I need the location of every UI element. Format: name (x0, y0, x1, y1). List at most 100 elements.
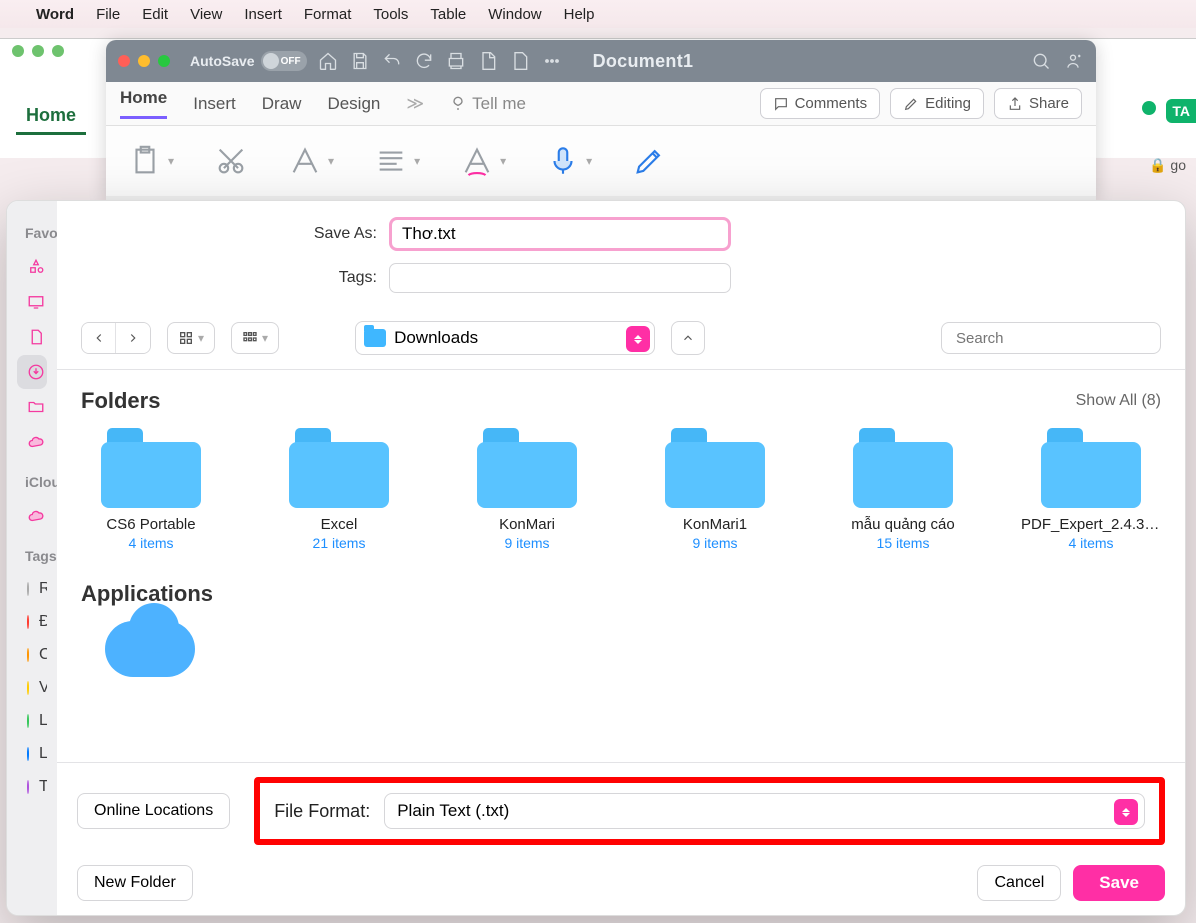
more-icon[interactable] (541, 50, 563, 72)
sidebar-tag-1[interactable]: Đỏ (17, 606, 47, 638)
mac-menubar: Word File Edit View Insert Format Tools … (0, 0, 1196, 28)
tab-design[interactable]: Design (327, 94, 380, 114)
bg-min-icon[interactable] (32, 45, 44, 57)
dictate-icon[interactable]: ▾ (546, 144, 592, 178)
blank-doc-icon[interactable] (509, 50, 531, 72)
menu-help[interactable]: Help (564, 6, 595, 23)
finder-sidebar: Favorites Applicati… Desktop Documents D… (7, 201, 57, 915)
sidebar-tag-2[interactable]: Cam (17, 639, 47, 671)
folder-item[interactable]: KonMari9 items (457, 428, 597, 551)
sidebar-item-applications[interactable]: Applicati… (17, 250, 47, 284)
folder-item[interactable]: KonMari19 items (645, 428, 785, 551)
tab-draw[interactable]: Draw (262, 94, 302, 114)
share-button[interactable]: Share (994, 88, 1082, 119)
sidebar-tag-3[interactable]: Vàng (17, 672, 47, 704)
editing-button[interactable]: Editing (890, 88, 984, 119)
sidebar-item-onedrive[interactable]: OneDrive… (17, 425, 47, 459)
save-dialog-main: Save As: Tags: ▾ ▾ Downloads (57, 201, 1185, 915)
menu-window[interactable]: Window (488, 6, 541, 23)
menubar-app[interactable]: Word (36, 6, 74, 23)
sidebar-item-documents[interactable]: Documents (17, 320, 47, 354)
open-recent-icon[interactable] (477, 50, 499, 72)
share-titlebar-icon[interactable] (1062, 50, 1084, 72)
menu-file[interactable]: File (96, 6, 120, 23)
favorites-header: Favorites (13, 211, 51, 249)
font-icon[interactable]: ▾ (288, 144, 334, 178)
bg-tab-home[interactable]: Home (16, 99, 86, 135)
autosave-pill[interactable]: OFF (261, 51, 307, 71)
menu-format[interactable]: Format (304, 6, 352, 23)
save-as-input[interactable] (389, 217, 731, 251)
sidebar-item-desktop[interactable]: Desktop (17, 285, 47, 319)
editor-pen-icon[interactable] (632, 144, 666, 178)
folder-item[interactable]: mẫu quảng cáo15 items (833, 428, 973, 551)
cloud-app-icon[interactable] (105, 621, 195, 677)
show-all-button[interactable]: Show All (8) (1076, 392, 1161, 410)
menu-table[interactable]: Table (430, 6, 466, 23)
cutcopy-icon[interactable] (214, 144, 248, 178)
location-popup[interactable]: Downloads (355, 321, 655, 355)
menu-insert[interactable]: Insert (244, 6, 282, 23)
sidebar-item-icloud[interactable]: iCloud…◌ (17, 499, 47, 533)
folder-item[interactable]: Excel21 items (269, 428, 409, 551)
sidebar-item-downloads[interactable]: Downloads (17, 355, 47, 389)
tag-dot-icon (27, 681, 29, 695)
paste-icon[interactable]: ▾ (128, 144, 174, 178)
group-icon[interactable]: ▾ (232, 330, 278, 346)
tags-input[interactable] (389, 263, 731, 293)
sidebar-tag-5[interactable]: Lam (17, 738, 47, 770)
forward-button[interactable] (116, 323, 150, 353)
folder-icon (27, 397, 45, 417)
folder-icon (101, 428, 201, 508)
icloud-icon (27, 506, 45, 526)
autosave-toggle[interactable]: AutoSave OFF (190, 51, 307, 71)
cancel-button[interactable]: Cancel (977, 865, 1061, 901)
search-field[interactable] (941, 322, 1161, 354)
bg-close-icon[interactable] (12, 45, 24, 57)
menu-edit[interactable]: Edit (142, 6, 168, 23)
folder-item[interactable]: PDF_Expert_2.4.30_Mac4 items (1021, 428, 1161, 551)
bg-lock-icon: 🔒 go (1149, 157, 1186, 174)
search-icon[interactable] (1030, 50, 1052, 72)
group-by-segment[interactable]: ▾ (231, 322, 279, 354)
redo-sync-icon[interactable] (413, 50, 435, 72)
sidebar-item-custom[interactable]: ✨ 🧚 (17, 390, 47, 424)
tell-me-search[interactable]: Tell me (450, 94, 526, 114)
folder-icon (853, 428, 953, 508)
tags-label: Tags: (87, 269, 377, 287)
maximize-icon[interactable] (158, 55, 170, 67)
chevron-updown-icon (626, 326, 650, 352)
file-format-select[interactable]: Plain Text (.txt) (384, 793, 1145, 829)
menu-tools[interactable]: Tools (373, 6, 408, 23)
folder-icon (477, 428, 577, 508)
minimize-icon[interactable] (138, 55, 150, 67)
comments-button[interactable]: Comments (760, 88, 881, 119)
grid-view-icon[interactable]: ▾ (168, 330, 214, 346)
save-button[interactable]: Save (1073, 865, 1165, 901)
folder-item[interactable]: CS6 Portable4 items (81, 428, 221, 551)
menu-view[interactable]: View (190, 6, 222, 23)
print-icon[interactable] (445, 50, 467, 72)
sidebar-tag-4[interactable]: Lục (17, 705, 47, 737)
styles-icon[interactable]: ▾ (460, 144, 506, 178)
tab-home[interactable]: Home (120, 88, 167, 119)
new-folder-button[interactable]: New Folder (77, 865, 193, 901)
close-icon[interactable] (118, 55, 130, 67)
sidebar-tag-0[interactable]: Red (17, 573, 47, 605)
back-button[interactable] (82, 323, 116, 353)
tab-insert[interactable]: Insert (193, 94, 236, 114)
undo-icon[interactable] (381, 50, 403, 72)
save-icon[interactable] (349, 50, 371, 72)
view-mode-segment[interactable]: ▾ (167, 322, 215, 354)
folder-icon (665, 428, 765, 508)
paragraph-icon[interactable]: ▾ (374, 144, 420, 178)
online-locations-button[interactable]: Online Locations (77, 793, 230, 829)
sidebar-tag-6[interactable]: Tía (17, 771, 47, 803)
finder-content: Folders Show All (8) CS6 Portable4 items… (57, 369, 1185, 762)
home-icon[interactable] (317, 50, 339, 72)
search-input[interactable] (956, 330, 1155, 347)
bg-max-icon[interactable] (52, 45, 64, 57)
bg-badge: TA (1166, 99, 1196, 123)
tabs-overflow-icon[interactable]: ≫ (406, 94, 424, 114)
collapse-button[interactable] (671, 321, 705, 355)
